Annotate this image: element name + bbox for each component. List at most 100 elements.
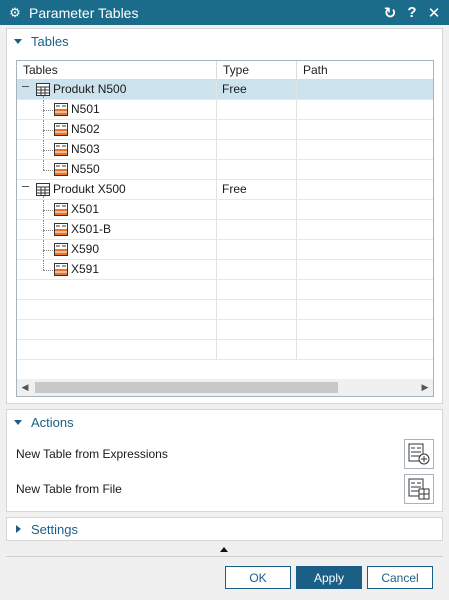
table-label: X591 [71,262,100,276]
tree-connector [43,200,44,219]
tree-connector [43,120,44,139]
table-file-icon [54,223,68,236]
tree-row-parent[interactable]: Produkt X500 Free [17,180,433,200]
collapse-up-icon[interactable] [220,547,228,552]
tree-connector [43,100,44,119]
cell-type [217,320,297,339]
collapse-node-icon[interactable] [22,186,29,193]
table-label: N550 [71,162,100,176]
tree-row-child[interactable]: X591 [17,260,433,280]
cell-path [297,260,433,279]
cell-type [217,200,297,219]
tree-row-child[interactable]: X501 [17,200,433,220]
new-table-from-expressions-button[interactable] [404,439,434,469]
cell-type: Free [217,180,297,199]
cell-table-name [17,280,217,299]
table-file-icon [54,203,68,216]
expand-down-icon [14,38,22,44]
tree-row-child[interactable]: N503 [17,140,433,160]
collapse-node-icon[interactable] [22,86,29,93]
table-add-icon [408,443,430,465]
tree-body: Produkt N500 Free N501 N502 N503 N550 Produkt … [17,80,433,360]
cell-table-name: N501 [17,100,217,119]
cell-path [297,320,433,339]
tree-connector [43,240,44,259]
column-header-path[interactable]: Path [297,61,433,79]
help-icon[interactable]: ? [401,2,423,24]
table-group-label: Produkt X500 [53,182,126,196]
tree-connector [43,210,53,211]
tables-group-label: Tables [31,33,69,49]
settings-group-header[interactable]: Settings [6,520,443,538]
scroll-left-icon[interactable]: ◀ [17,382,33,393]
cell-type [217,240,297,259]
cell-table-name [17,320,217,339]
scroll-thumb[interactable] [35,382,338,393]
horizontal-scrollbar[interactable]: ◀ ▶ [17,379,433,396]
cell-path [297,220,433,239]
close-icon[interactable]: ✕ [423,2,445,24]
actions-group-header[interactable]: Actions [6,413,443,431]
table-group-icon [36,83,50,96]
cell-table-name: X590 [17,240,217,259]
cell-path [297,340,433,359]
cell-type [217,140,297,159]
tree-row-child[interactable]: N502 [17,120,433,140]
cell-path [297,120,433,139]
table-import-icon [408,478,430,500]
cell-path [297,180,433,199]
table-file-icon [54,143,68,156]
tables-group-header[interactable]: Tables [6,32,443,50]
table-group-label: Produkt N500 [53,82,127,96]
action-new-table-from-file: New Table from File [16,473,434,505]
cell-type [217,220,297,239]
cell-table-name: Produkt N500 [17,80,217,99]
tree-connector [43,220,44,239]
cell-path [297,100,433,119]
cell-table-name: N550 [17,160,217,179]
cell-type [217,280,297,299]
column-header-tables[interactable]: Tables [17,61,217,79]
tree-row-child[interactable]: X590 [17,240,433,260]
tree-connector [43,270,53,271]
table-file-icon [54,263,68,276]
cell-table-name [17,300,217,319]
cancel-button[interactable]: Cancel [367,566,433,589]
scroll-right-icon[interactable]: ▶ [417,382,433,393]
column-header-type[interactable]: Type [217,61,297,79]
ok-button[interactable]: OK [225,566,291,589]
table-label: X501-B [71,222,112,236]
cell-path [297,160,433,179]
action-new-table-from-expressions: New Table from Expressions [16,438,434,470]
window-title: Parameter Tables [29,4,139,21]
tree-row-empty [17,280,433,300]
tree-connector [43,130,53,131]
tree-connector [43,150,53,151]
apply-button[interactable]: Apply [296,566,362,589]
footer-divider [6,556,443,557]
tree-row-empty [17,320,433,340]
cell-type [217,340,297,359]
tree-row-empty [17,340,433,360]
gear-icon: ⚙ [9,4,21,20]
cell-type: Free [217,80,297,99]
settings-group-label: Settings [31,521,78,537]
tree-row-child[interactable]: N501 [17,100,433,120]
tree-row-empty [17,300,433,320]
cell-type [217,260,297,279]
scroll-track[interactable] [33,379,417,396]
tree-header: Tables Type Path [17,61,433,80]
tree-row-child[interactable]: N550 [17,160,433,180]
table-group-icon [36,183,50,196]
tree-row-parent[interactable]: Produkt N500 Free [17,80,433,100]
cell-type [217,160,297,179]
cell-table-name [17,340,217,359]
reset-icon[interactable]: ↻ [379,2,401,24]
cell-path [297,200,433,219]
cell-table-name: N502 [17,120,217,139]
tree-connector [43,160,44,170]
tables-tree[interactable]: Tables Type Path Produkt N500 Free N501 N50… [16,60,434,397]
action-label: New Table from Expressions [16,447,168,461]
new-table-from-file-button[interactable] [404,474,434,504]
tree-row-child[interactable]: X501-B [17,220,433,240]
